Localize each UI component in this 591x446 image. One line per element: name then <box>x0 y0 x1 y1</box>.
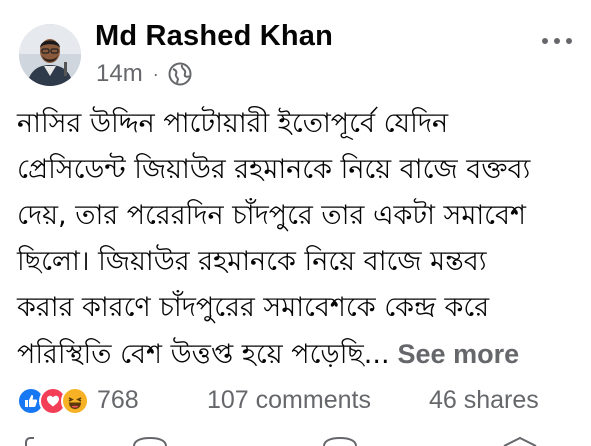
meta-separator: · <box>152 63 159 84</box>
post-body-line: ছিলো। জিয়াউর রহমানকে নিয়ে বাজে মন্তব্য <box>17 246 487 277</box>
post-body-line-last: পরিস্থিতি বেশ উত্তপ্ত হয়ে পড়েছি... See … <box>17 331 577 378</box>
post-body-line: প্রেসিডেন্ট জিয়াউর রহমানকে নিয়ে বাজে ব… <box>17 154 531 185</box>
post-body-line: পরিস্থিতি বেশ উত্তপ্ত হয়ে পড়েছি... <box>17 339 390 370</box>
post-stats: 768 107 comments 46 shares <box>17 382 587 422</box>
reaction-count: 768 <box>97 386 139 414</box>
send-action-icon[interactable] <box>500 436 540 446</box>
author-avatar[interactable] <box>19 24 81 86</box>
comments-count[interactable]: 107 comments <box>207 386 371 415</box>
author-name[interactable]: Md Rashed Khan <box>95 20 333 53</box>
shares-count[interactable]: 46 shares <box>429 386 539 415</box>
like-action-icon[interactable] <box>20 436 60 446</box>
post-time[interactable]: 14m <box>96 60 143 88</box>
more-options-icon[interactable] <box>542 34 572 48</box>
reactions-summary[interactable]: 768 <box>17 386 139 415</box>
facebook-post: Md Rashed Khan 14m · নাসির উদ্দিন পাটোয়… <box>0 0 591 446</box>
post-meta: 14m · <box>96 60 192 88</box>
haha-icon <box>61 386 89 415</box>
post-body-line: দেয়, তার পরেরদিন চাঁদপুরে তার একটা সমাব… <box>17 200 527 231</box>
post-body-line: নাসির উদ্দিন পাটোয়ারী ইতোপূর্বে যেদিন <box>17 108 449 139</box>
see-more-link[interactable]: See more <box>398 339 520 369</box>
globe-icon[interactable] <box>168 62 192 86</box>
post-body-line: করার কারণে চাঁদপুরের সমাবেশকে কেন্দ্র কর… <box>17 292 490 323</box>
share-action-icon[interactable] <box>320 436 360 446</box>
avatar-photo <box>19 24 81 86</box>
comment-action-icon[interactable] <box>130 436 170 446</box>
post-header: Md Rashed Khan 14m · <box>0 0 591 96</box>
action-bar-peek <box>0 436 591 446</box>
post-body: নাসির উদ্দিন পাটোয়ারী ইতোপূর্বে যেদিন প… <box>17 101 577 378</box>
